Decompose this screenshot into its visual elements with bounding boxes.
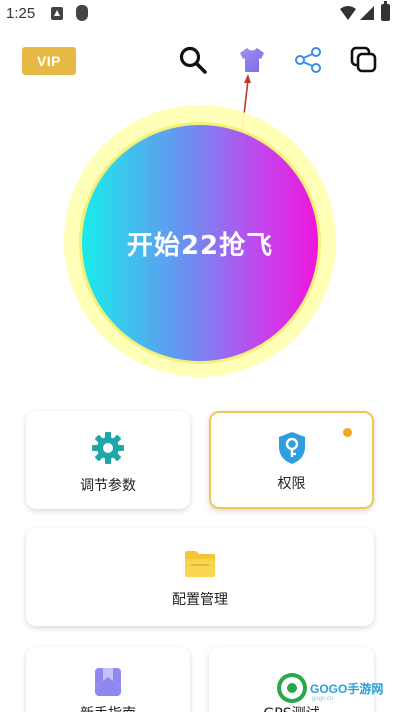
watermark-text: GOGO手游网 — [310, 682, 384, 696]
gps-icon — [277, 673, 307, 703]
a-icon — [51, 7, 63, 20]
folder-icon — [185, 551, 215, 577]
adjust-params-card[interactable]: 调节参数 — [26, 411, 190, 509]
beginner-guide-label: 新手指南 — [26, 703, 190, 712]
bookmark-icon — [95, 668, 121, 696]
wifi-icon — [340, 6, 356, 20]
shield-icon — [76, 5, 88, 21]
watermark-subtext: gogo.cn — [312, 696, 334, 702]
start-button[interactable]: 开始22抢飞 — [79, 122, 321, 364]
battery-icon — [381, 1, 390, 21]
share-icon[interactable] — [293, 45, 323, 75]
beginner-guide-card[interactable]: 新手指南 — [26, 647, 190, 712]
signal-icon — [360, 6, 374, 20]
copy-icon[interactable] — [349, 45, 379, 75]
permission-label: 权限 — [277, 476, 306, 492]
tshirt-icon[interactable] — [237, 45, 267, 75]
permission-card[interactable]: 权限 — [209, 411, 374, 509]
status-bar: 1:25 — [0, 0, 400, 28]
config-management-card[interactable]: 配置管理 — [26, 528, 374, 626]
notification-dot — [343, 428, 352, 437]
vip-button[interactable]: VIP — [22, 47, 76, 75]
start-button-label: 开始22抢飞 — [126, 230, 274, 261]
config-management-label: 配置管理 — [172, 592, 228, 608]
adjust-params-label: 调节参数 — [80, 478, 136, 494]
search-icon[interactable] — [178, 45, 208, 75]
status-time: 1:25 — [6, 5, 36, 22]
watermark-logo: GOGO手游网 gogo.cn — [276, 668, 396, 708]
key-shield-icon — [278, 432, 305, 464]
gear-icon — [92, 432, 124, 464]
